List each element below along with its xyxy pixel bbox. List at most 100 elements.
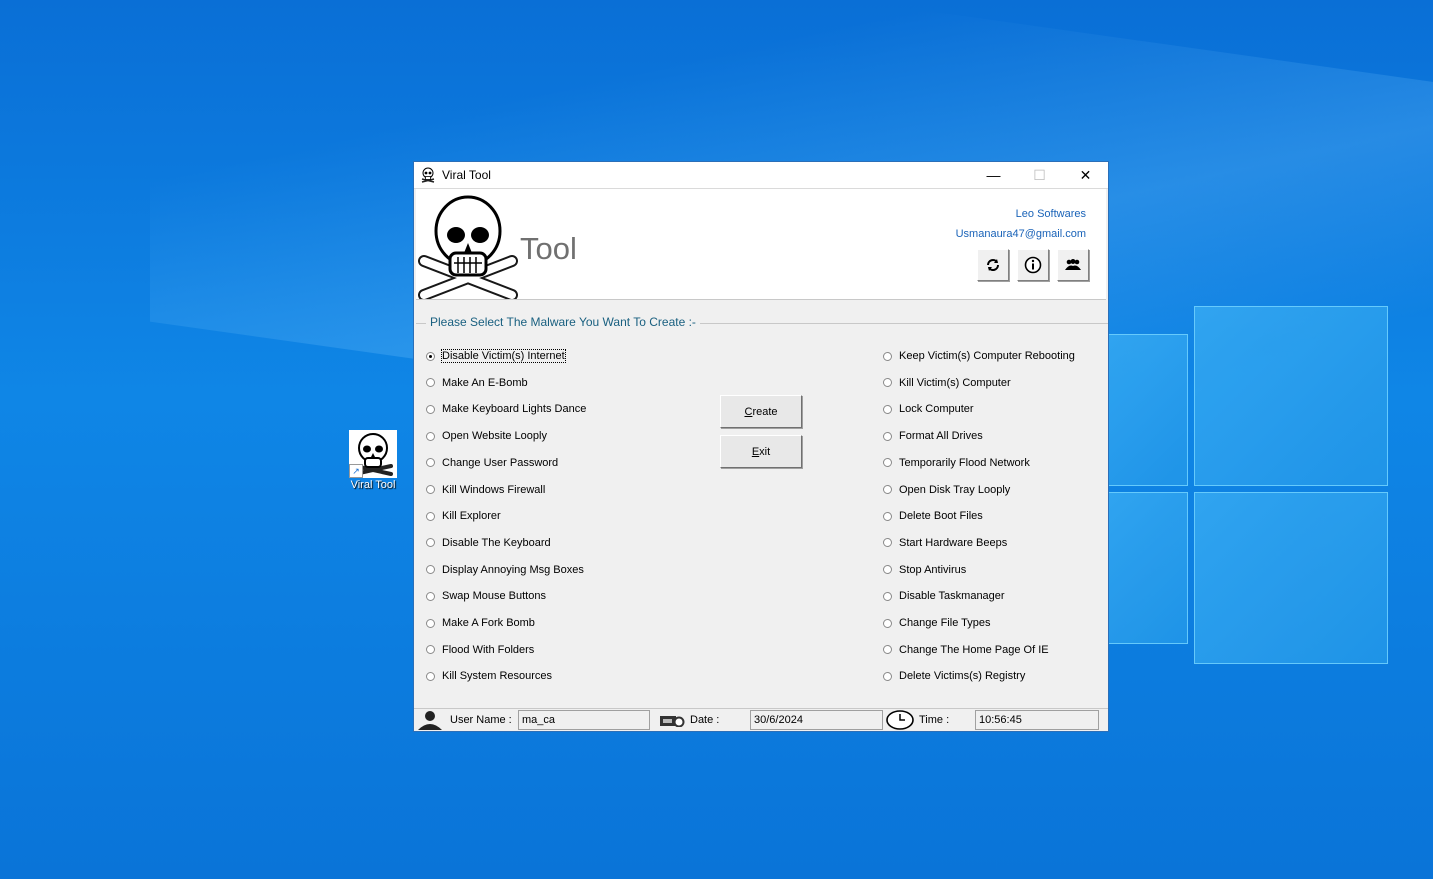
radio-circle[interactable] — [883, 458, 892, 468]
desktop-icon-label: Viral Tool — [350, 479, 396, 491]
malware-option-radio[interactable]: Make A Fork Bomb — [426, 617, 535, 629]
users-button[interactable] — [1057, 249, 1089, 281]
window-title: Viral Tool — [442, 168, 491, 182]
radio-circle[interactable] — [426, 431, 435, 441]
malware-option-radio[interactable]: Disable Victim(s) Internet — [426, 349, 566, 363]
radio-circle[interactable] — [426, 511, 435, 521]
malware-option-radio[interactable]: Kill Victim(s) Computer — [883, 377, 1011, 389]
radio-circle[interactable] — [883, 485, 892, 494]
malware-option-radio[interactable]: Change File Types — [883, 617, 991, 629]
malware-option-radio[interactable]: Start Hardware Beeps — [883, 537, 1007, 549]
malware-options-group: Please Select The Malware You Want To Cr… — [416, 315, 1108, 712]
radio-circle[interactable] — [426, 404, 435, 414]
radio-label: Swap Mouse Buttons — [442, 590, 546, 603]
malware-option-radio[interactable]: Kill Windows Firewall — [426, 484, 545, 496]
radio-circle[interactable] — [883, 565, 892, 575]
malware-option-radio[interactable]: Display Annoying Msg Boxes — [426, 564, 584, 576]
exit-accel: E — [751, 445, 760, 458]
radio-label: Change The Home Page Of IE — [899, 643, 1049, 656]
malware-option-radio[interactable]: Make Keyboard Lights Dance — [426, 403, 586, 415]
radio-label: Kill Victim(s) Computer — [899, 376, 1011, 389]
radio-circle[interactable] — [426, 645, 435, 655]
malware-option-radio[interactable]: Kill Explorer — [426, 510, 501, 522]
malware-option-radio[interactable]: Lock Computer — [883, 403, 974, 415]
malware-option-radio[interactable]: Temporarily Flood Network — [883, 457, 1030, 469]
user-name-label: User Name : — [450, 714, 512, 726]
malware-option-radio[interactable]: Flood With Folders — [426, 644, 534, 656]
contact-email[interactable]: Usmanaura47@gmail.com — [956, 228, 1086, 240]
malware-option-radio[interactable]: Format All Drives — [883, 430, 983, 442]
radio-label: Flood With Folders — [442, 643, 535, 656]
radio-circle[interactable] — [883, 431, 892, 441]
group-title: Please Select The Malware You Want To Cr… — [426, 315, 700, 329]
radio-label: Open Disk Tray Looply — [899, 483, 1011, 496]
radio-circle[interactable] — [426, 618, 435, 628]
windows-wallpaper-logo — [1108, 306, 1388, 664]
malware-option-radio[interactable]: Disable Taskmanager — [883, 590, 1005, 602]
radio-label: Disable Victim(s) Internet — [441, 349, 566, 363]
malware-option-radio[interactable]: Make An E-Bomb — [426, 377, 528, 389]
radio-circle[interactable] — [426, 538, 435, 548]
minimize-button[interactable]: — — [971, 162, 1016, 188]
radio-circle[interactable] — [426, 351, 435, 361]
radio-label: Temporarily Flood Network — [899, 456, 1030, 469]
malware-option-radio[interactable]: Disable The Keyboard — [426, 537, 551, 549]
status-bar: User Name : ma_ca Date : 30/6/2024 Time … — [414, 708, 1108, 731]
malware-option-radio[interactable]: Change User Password — [426, 457, 558, 469]
viral-tool-window: Viral Tool — ☐ ✕ Tool Leo Softwares Usma… — [413, 161, 1109, 732]
refresh-icon — [987, 259, 999, 271]
create-accel: C — [744, 405, 753, 418]
radio-label: Lock Computer — [899, 403, 974, 416]
radio-label: Start Hardware Beeps — [899, 536, 1008, 549]
malware-option-radio[interactable]: Swap Mouse Buttons — [426, 590, 546, 602]
company-name: Leo Softwares — [1015, 208, 1086, 220]
radio-circle[interactable] — [426, 458, 435, 468]
malware-option-radio[interactable]: Kill System Resources — [426, 670, 552, 682]
refresh-button[interactable] — [977, 249, 1009, 281]
maximize-button[interactable]: ☐ — [1017, 162, 1062, 188]
malware-option-radio[interactable]: Keep Victim(s) Computer Rebooting — [883, 350, 1075, 362]
radio-circle[interactable] — [883, 378, 892, 388]
radio-circle[interactable] — [883, 671, 892, 681]
app-skull-icon — [421, 167, 435, 183]
malware-option-radio[interactable]: Open Disk Tray Looply — [883, 484, 1010, 496]
shortcut-arrow-icon: ↗ — [349, 464, 363, 478]
radio-circle[interactable] — [883, 645, 892, 655]
app-header: Tool Leo Softwares Usmanaura47@gmail.com — [416, 189, 1106, 300]
radio-circle[interactable] — [883, 511, 892, 521]
radio-label: Keep Victim(s) Computer Rebooting — [899, 350, 1075, 362]
radio-circle[interactable] — [883, 538, 892, 548]
malware-option-radio[interactable]: Delete Boot Files — [883, 510, 983, 522]
user-icon — [414, 710, 446, 730]
info-button[interactable] — [1017, 249, 1049, 281]
exit-button[interactable]: Exit — [720, 435, 802, 468]
desktop-icon-viral-tool[interactable]: ↗ Viral Tool — [346, 430, 400, 491]
clock-icon — [883, 710, 917, 730]
skull-crossbones-logo — [417, 195, 519, 299]
radio-label: Make An E-Bomb — [442, 376, 528, 389]
radio-circle[interactable] — [426, 671, 435, 681]
radio-label: Stop Antivirus — [899, 563, 967, 576]
malware-option-radio[interactable]: Change The Home Page Of IE — [883, 644, 1049, 656]
calendar-icon — [656, 710, 688, 730]
user-name-value: ma_ca — [518, 710, 650, 730]
radio-circle[interactable] — [883, 591, 892, 601]
radio-circle[interactable] — [426, 485, 435, 494]
malware-option-radio[interactable]: Delete Victims(s) Registry — [883, 670, 1025, 682]
radio-circle[interactable] — [883, 351, 892, 361]
malware-option-radio[interactable]: Open Website Looply — [426, 430, 547, 442]
info-icon — [1024, 256, 1042, 274]
radio-label: Make A Fork Bomb — [442, 617, 535, 629]
radio-label: Format All Drives — [899, 430, 983, 443]
malware-option-radio[interactable]: Stop Antivirus — [883, 564, 966, 576]
radio-circle[interactable] — [883, 618, 892, 628]
radio-circle[interactable] — [426, 565, 435, 575]
close-button[interactable]: ✕ — [1063, 162, 1108, 188]
radio-circle[interactable] — [426, 378, 435, 388]
radio-label: Disable The Keyboard — [442, 536, 551, 549]
title-bar[interactable]: Viral Tool — ☐ ✕ — [414, 162, 1108, 189]
create-button[interactable]: Create — [720, 395, 802, 428]
radio-circle[interactable] — [426, 591, 435, 601]
radio-circle[interactable] — [883, 404, 892, 414]
exit-label: xit — [759, 445, 771, 458]
